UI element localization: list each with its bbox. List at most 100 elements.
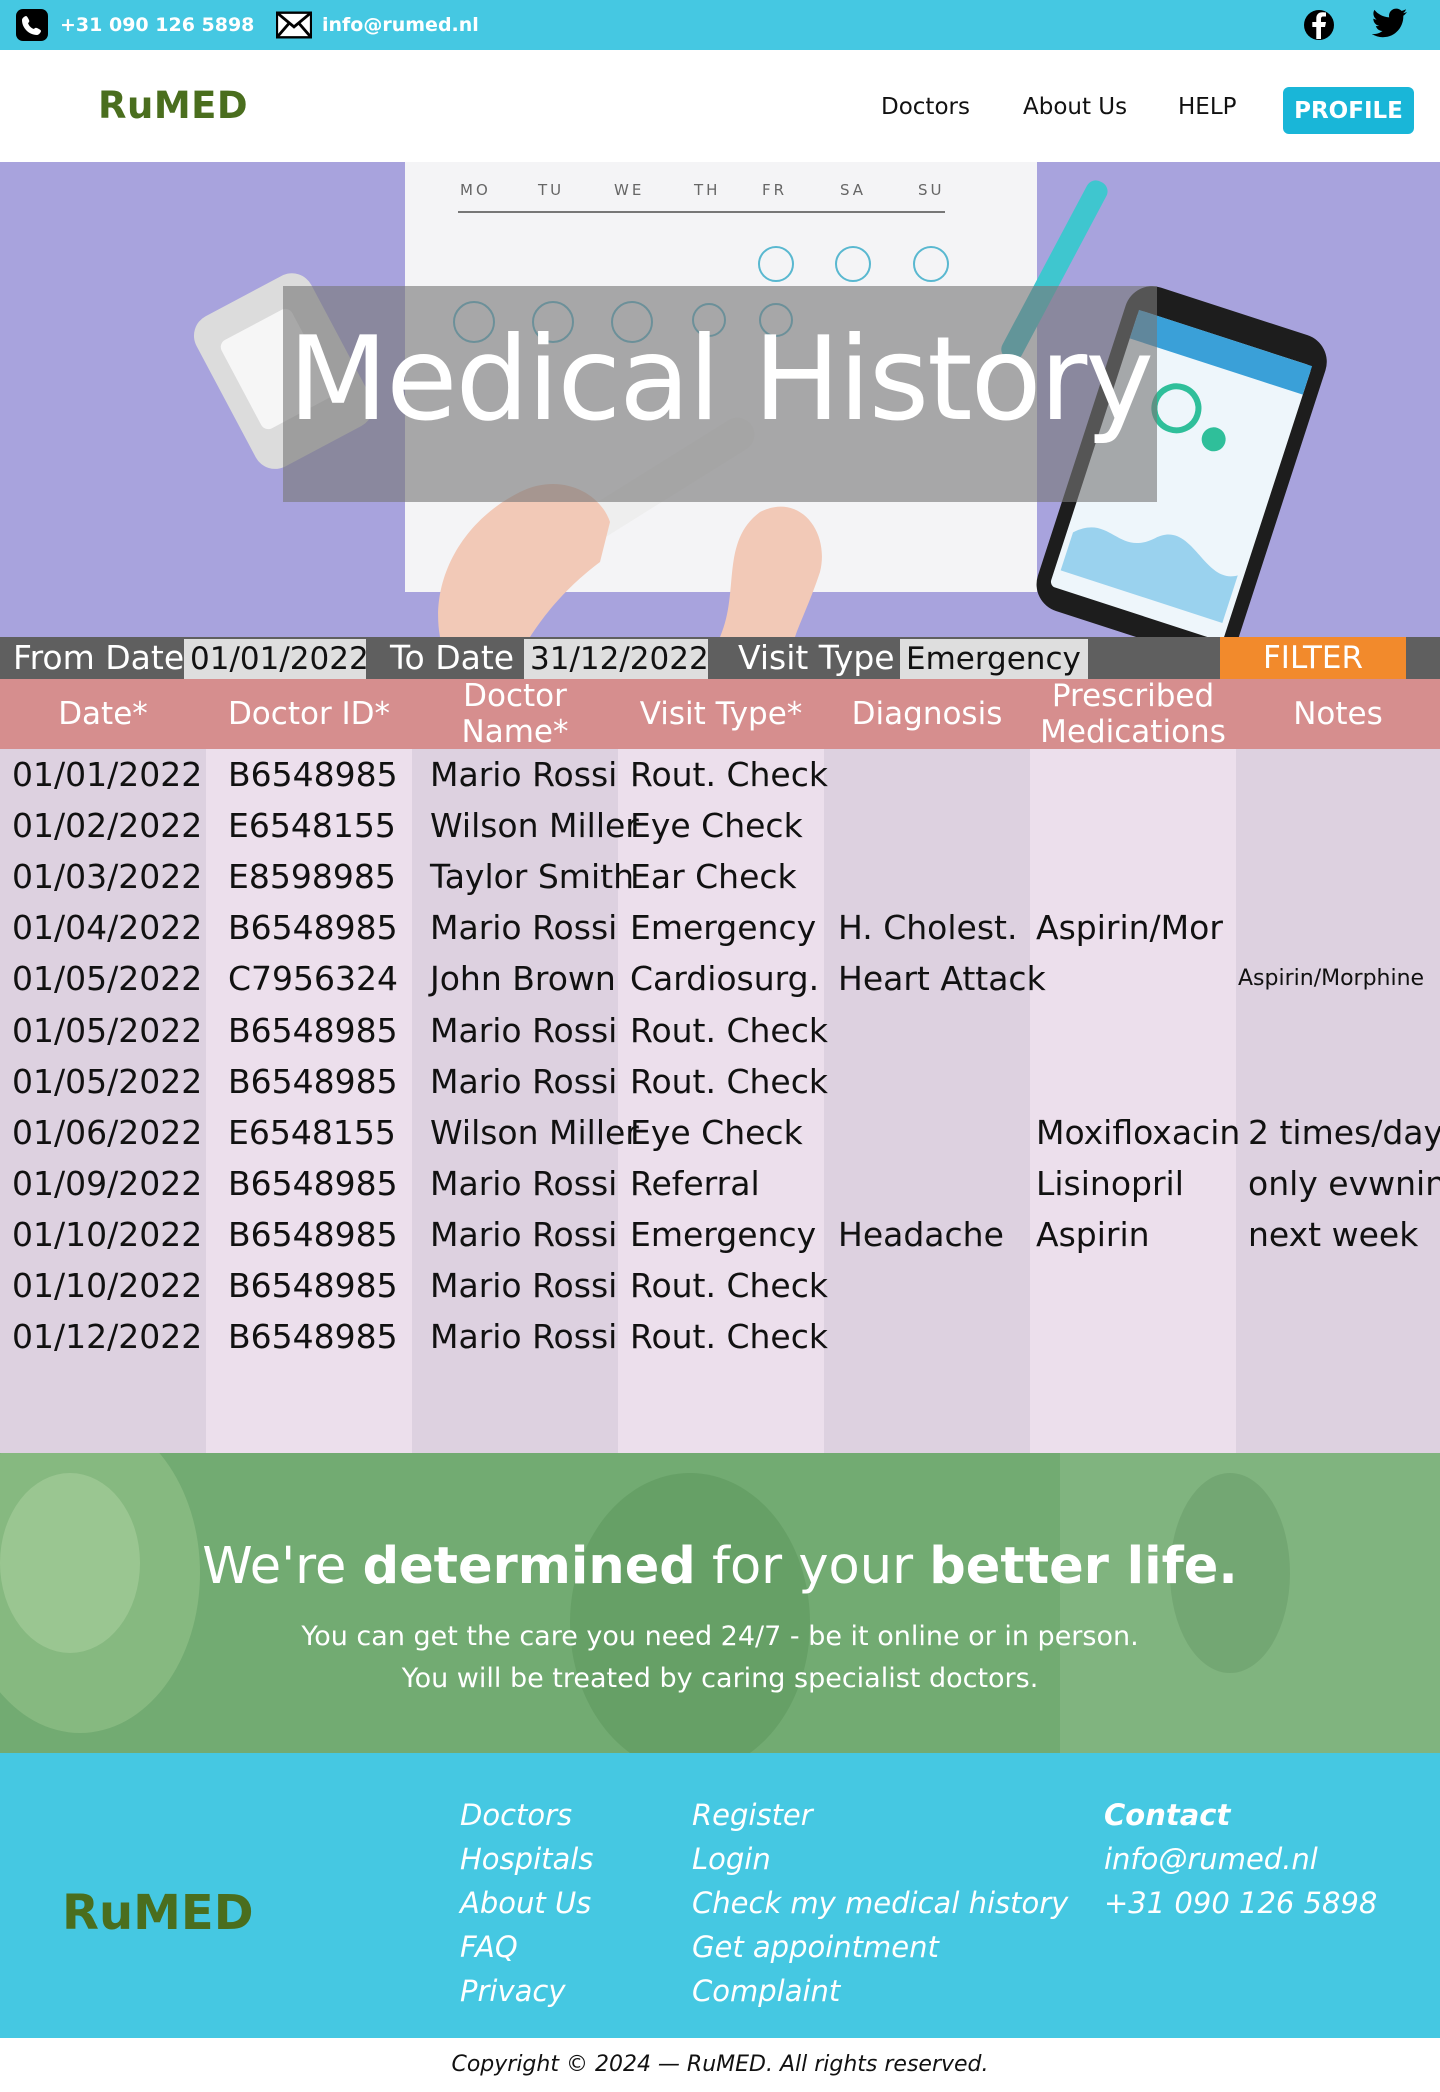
table-row[interactable]: 01/02/2022 E6548155 Wilson Miller Eye Check [0,800,1440,851]
banner-headline: We're determined for your better life. [0,1537,1440,1596]
cell-doctor-name: Mario Rossi [430,1317,618,1357]
cell-visit-type: Rout. Check [630,755,828,794]
from-date-input[interactable]: 01/01/2022 [184,639,369,679]
profile-button[interactable]: PROFILE [1283,87,1414,134]
table-row[interactable]: 01/01/2022 B6548985 Mario Rossi Rout. Check [0,749,1440,800]
footer-link-login[interactable]: Login [692,1837,1068,1881]
cell-visit-type: Rout. Check [630,1317,828,1357]
column-header-date: Date* [58,696,148,732]
copyright: Copyright © 2024 — RuMED. All rights res… [0,2038,1440,2092]
cell-visit-type: Ear Check [630,857,797,897]
cell-doctor-id: B6548985 [228,755,398,794]
footer-links-column-2: Register Login Check my medical history … [692,1793,1068,2013]
footer-contact-email[interactable]: info@rumed.nl [1104,1837,1377,1881]
cell-date: 01/06/2022 [12,1112,203,1152]
nav-help[interactable]: HELP [1178,94,1237,120]
nav-doctors[interactable]: Doctors [881,94,970,120]
nav-about-us[interactable]: About Us [1023,94,1127,120]
footer-contact-phone[interactable]: +31 090 126 5898 [1104,1881,1377,1925]
table-row[interactable]: 01/04/2022 B6548985 Mario Rossi Emergency H.… [0,902,1440,953]
phone-icon [14,7,50,43]
cell-doctor-name: Taylor Smith [430,857,634,897]
footer-link-faq[interactable]: FAQ [460,1925,593,1969]
cell-doctor-id: B6548985 [228,1214,398,1254]
column-header-diagnosis: Diagnosis [851,696,1003,732]
cell-visit-type: Rout. Check [630,1010,828,1050]
mail-icon [276,7,312,43]
calendar-day-sa: SA [840,181,866,199]
footer-contact-column: Contact info@rumed.nl +31 090 126 5898 [1104,1793,1377,1925]
table-row[interactable]: 01/10/2022 B6548985 Mario Rossi Rout. Check [0,1260,1440,1311]
cell-doctor-id: B6548985 [228,908,398,948]
cell-prescribed-medications: Moxifloxacin [1036,1112,1241,1152]
footer-contact-title: Contact [1104,1798,1231,1832]
calendar-day-th: TH [693,181,720,199]
table-header: Date* Doctor ID* Doctor Name* Visit Type… [0,678,1440,750]
page-title: Medical History [288,312,1154,447]
cell-doctor-name: Mario Rossi [430,1010,618,1050]
table-row[interactable]: 01/10/2022 B6548985 Mario Rossi Emergency He… [0,1209,1440,1260]
visit-type-label: Visit Type [738,638,895,677]
cell-visit-type: Referral [630,1163,760,1203]
cell-date: 01/03/2022 [12,857,203,897]
footer-link-about-us[interactable]: About Us [460,1881,593,1925]
filter-button[interactable]: FILTER [1220,637,1406,679]
table-row[interactable]: 01/09/2022 B6548985 Mario Rossi Referral Lis… [0,1158,1440,1209]
email-address: info@rumed.nl [322,14,479,36]
to-date-input[interactable]: 31/12/2022 [524,639,709,679]
filter-bar: From Date 01/01/2022 To Date 31/12/2022 … [0,637,1440,679]
cell-doctor-id: E6548155 [228,806,396,846]
cell-doctor-id: B6548985 [228,1266,398,1305]
headline-emphasis: better life. [929,1537,1238,1596]
table-row[interactable]: 01/03/2022 E8598985 Taylor Smith Ear Check [0,851,1440,902]
calendar-day-we: WE [614,181,644,199]
phone-contact[interactable]: +31 090 126 5898 [14,7,254,43]
cell-visit-type: Rout. Check [630,1061,828,1101]
footer-link-doctors[interactable]: Doctors [460,1793,593,1837]
from-date-label: From Date [13,638,185,677]
cell-date: 01/10/2022 [12,1214,203,1254]
table-row[interactable]: 01/06/2022 E6548155 Wilson Miller Eye Check… [0,1107,1440,1158]
column-header-notes: Notes [1293,696,1383,732]
footer-link-hospitals[interactable]: Hospitals [460,1837,593,1881]
twitter-icon[interactable] [1371,8,1412,42]
footer-link-privacy[interactable]: Privacy [460,1969,593,2013]
cell-doctor-id: E6548155 [228,1112,396,1152]
table-row[interactable]: 01/12/2022 B6548985 Mario Rossi Rout. Check [0,1311,1440,1362]
footer-link-get-appointment[interactable]: Get appointment [692,1925,1068,1969]
cell-notes: 2 times/day [1248,1112,1440,1152]
cell-doctor-name: Wilson Miller [430,806,639,846]
table-row[interactable]: 01/05/2022 B6548985 Mario Rossi Rout. Check [0,1005,1440,1056]
cell-visit-type: Eye Check [630,1112,803,1152]
cell-doctor-name: Wilson Miller [430,1112,639,1152]
footer-link-register[interactable]: Register [692,1793,1068,1837]
table-row[interactable]: 01/05/2022 C7956324 John Brown Cardiosurg. H… [0,953,1440,1004]
top-contact-bar: +31 090 126 5898 info@rumed.nl [0,0,1440,50]
cell-date: 01/10/2022 [12,1266,203,1305]
footer-link-complaint[interactable]: Complaint [692,1969,1068,2013]
facebook-icon[interactable] [1302,8,1336,42]
table-row[interactable]: 01/05/2022 B6548985 Mario Rossi Rout. Check [0,1056,1440,1107]
calendar-day-su: SU [918,181,945,199]
footer-logo[interactable]: RuMED [62,1885,254,1941]
logo[interactable]: RuMED [98,84,248,127]
cell-doctor-name: John Brown [430,959,616,999]
cell-doctor-name: Mario Rossi [430,1061,618,1101]
visit-type-select[interactable]: Emergency [900,639,1088,679]
history-table-body: 01/01/2022 B6548985 Mario Rossi Rout. Check… [0,749,1440,1453]
headline-part: for your [695,1537,930,1596]
phone-number: +31 090 126 5898 [60,14,255,36]
cell-doctor-id: E8598985 [228,857,396,897]
column-header-prescribed-medications: Prescribed Medications [1040,678,1226,750]
cell-visit-type: Emergency [630,908,817,948]
calendar-day-fr: FR [762,181,787,199]
cell-date: 01/05/2022 [12,1010,203,1050]
site-footer: RuMED Doctors Hospitals About Us FAQ Pri… [0,1753,1440,2038]
footer-link-medical-history[interactable]: Check my medical history [692,1881,1068,1925]
page: +31 090 126 5898 info@rumed.nl RuMED Doc… [0,0,1440,2092]
cell-doctor-id: B6548985 [228,1010,398,1050]
email-contact[interactable]: info@rumed.nl [276,7,479,43]
column-header-doctor-name: Doctor Name* [461,678,569,750]
cell-prescribed-medications: Aspirin/Mor [1036,908,1223,948]
headline-emphasis: determined [362,1537,696,1596]
